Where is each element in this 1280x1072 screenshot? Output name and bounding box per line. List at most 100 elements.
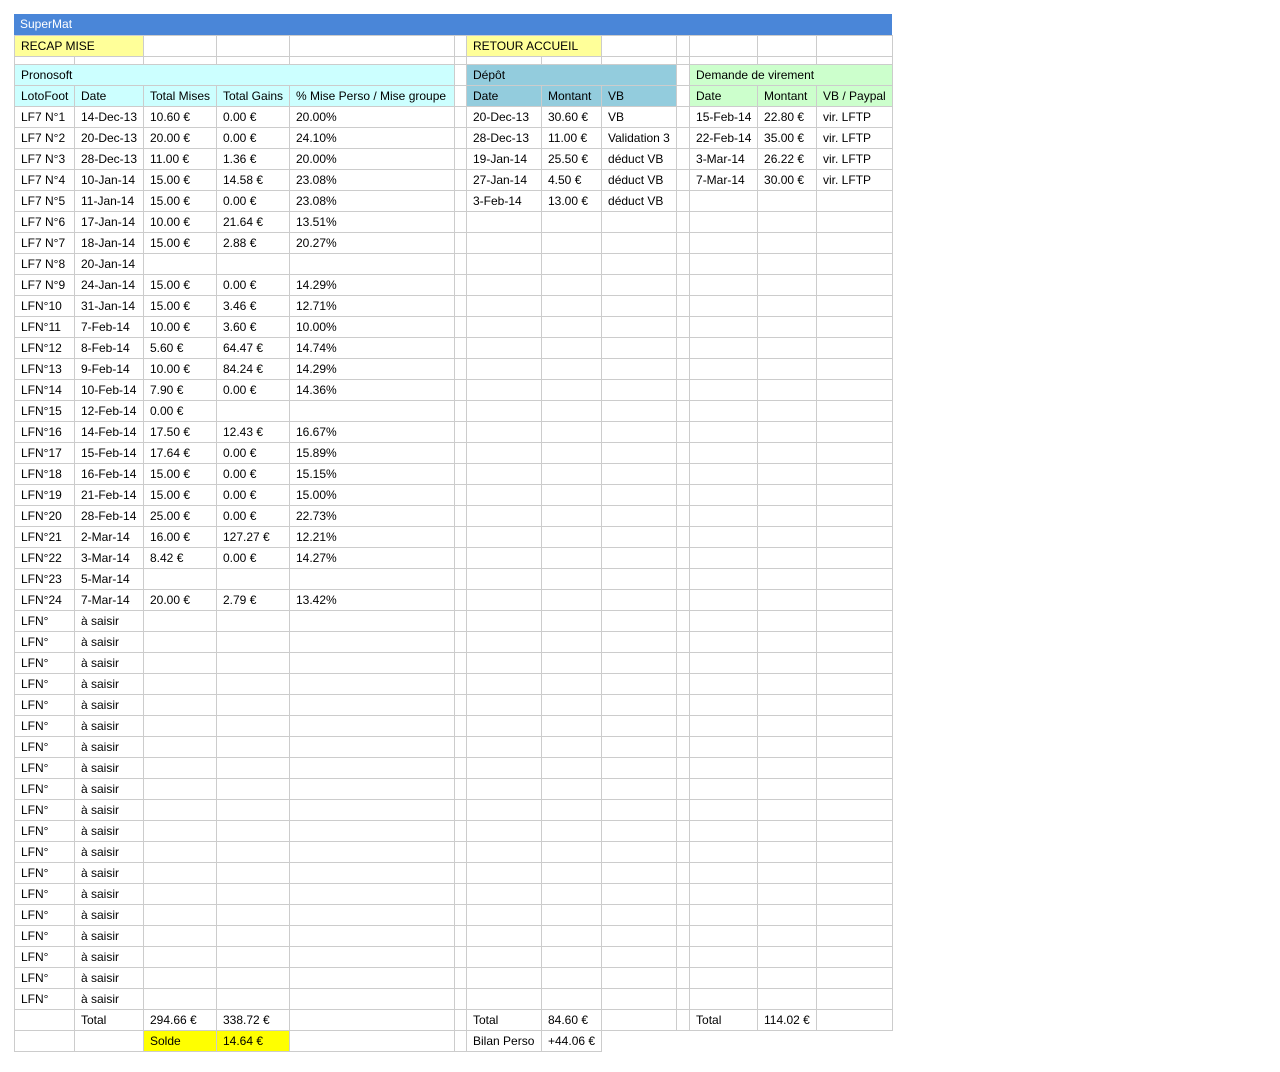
pronosoft-cell[interactable]: 14.29% xyxy=(289,274,455,296)
virement-cell[interactable] xyxy=(816,820,894,842)
virement-cell[interactable] xyxy=(816,967,894,989)
depot-cell[interactable] xyxy=(466,946,542,968)
depot-cell[interactable] xyxy=(540,862,603,884)
virement-cell[interactable] xyxy=(689,463,759,485)
pronosoft-cell[interactable]: 10.00% xyxy=(289,316,455,338)
virement-cell[interactable] xyxy=(757,757,818,779)
virement-cell[interactable] xyxy=(816,799,894,821)
depot-cell[interactable] xyxy=(540,841,603,863)
virement-cell[interactable] xyxy=(689,694,759,716)
virement-cell[interactable] xyxy=(689,589,759,611)
depot-cell[interactable] xyxy=(540,232,603,254)
pronosoft-cell[interactable]: LFN° xyxy=(14,715,75,737)
virement-cell[interactable] xyxy=(816,274,894,296)
virement-cell[interactable] xyxy=(816,337,894,359)
pronosoft-cell[interactable]: LFN° xyxy=(14,883,75,905)
pronosoft-cell[interactable]: 0.00 € xyxy=(216,106,290,128)
pronosoft-cell[interactable] xyxy=(216,904,290,926)
depot-cell[interactable] xyxy=(466,757,542,779)
pronosoft-cell[interactable]: 11.00 € xyxy=(143,148,217,170)
pronosoft-cell[interactable]: 12-Feb-14 xyxy=(74,400,144,422)
pronosoft-cell[interactable] xyxy=(289,883,455,905)
virement-cell[interactable] xyxy=(757,820,818,842)
pronosoft-cell[interactable] xyxy=(216,631,290,653)
virement-cell[interactable] xyxy=(757,673,818,695)
depot-cell[interactable] xyxy=(540,673,603,695)
depot-cell[interactable]: VB xyxy=(601,106,678,128)
virement-cell[interactable]: vir. LFTP xyxy=(816,106,894,128)
depot-cell[interactable] xyxy=(466,358,542,380)
depot-cell[interactable] xyxy=(466,988,542,1010)
pronosoft-cell[interactable]: 10.00 € xyxy=(143,358,217,380)
virement-cell[interactable] xyxy=(689,400,759,422)
depot-cell[interactable] xyxy=(540,295,603,317)
virement-cell[interactable] xyxy=(689,316,759,338)
pronosoft-cell[interactable]: 14-Dec-13 xyxy=(74,106,144,128)
pronosoft-cell[interactable] xyxy=(216,841,290,863)
virement-cell[interactable]: vir. LFTP xyxy=(816,148,894,170)
virement-cell[interactable] xyxy=(757,799,818,821)
depot-cell[interactable] xyxy=(540,757,603,779)
pronosoft-cell[interactable]: 13.42% xyxy=(289,589,455,611)
pronosoft-cell[interactable]: LFN°21 xyxy=(14,526,75,548)
depot-cell[interactable] xyxy=(466,526,542,548)
pronosoft-cell[interactable] xyxy=(143,715,217,737)
depot-cell[interactable] xyxy=(601,505,678,527)
virement-cell[interactable] xyxy=(689,421,759,443)
pronosoft-cell[interactable]: à saisir xyxy=(74,715,144,737)
depot-cell[interactable] xyxy=(540,820,603,842)
virement-cell[interactable]: 26.22 € xyxy=(757,148,818,170)
depot-cell[interactable]: 20-Dec-13 xyxy=(466,106,542,128)
recap-mise-button[interactable]: RECAP MISE xyxy=(14,35,144,57)
pronosoft-cell[interactable]: 5-Mar-14 xyxy=(74,568,144,590)
virement-cell[interactable] xyxy=(816,631,894,653)
virement-cell[interactable]: 30.00 € xyxy=(757,169,818,191)
depot-cell[interactable] xyxy=(466,232,542,254)
depot-cell[interactable] xyxy=(601,547,678,569)
virement-cell[interactable] xyxy=(689,673,759,695)
virement-cell[interactable] xyxy=(689,211,759,233)
pronosoft-cell[interactable]: LFN°14 xyxy=(14,379,75,401)
pronosoft-cell[interactable] xyxy=(216,568,290,590)
depot-cell[interactable] xyxy=(601,610,678,632)
virement-cell[interactable] xyxy=(757,232,818,254)
depot-cell[interactable] xyxy=(466,925,542,947)
virement-cell[interactable] xyxy=(757,988,818,1010)
pronosoft-cell[interactable]: LFN°10 xyxy=(14,295,75,317)
depot-cell[interactable] xyxy=(540,379,603,401)
virement-cell[interactable] xyxy=(816,358,894,380)
virement-cell[interactable]: 22-Feb-14 xyxy=(689,127,759,149)
virement-cell[interactable] xyxy=(757,379,818,401)
pronosoft-cell[interactable]: 2.79 € xyxy=(216,589,290,611)
depot-cell[interactable] xyxy=(601,967,678,989)
depot-cell[interactable] xyxy=(540,421,603,443)
depot-cell[interactable]: 19-Jan-14 xyxy=(466,148,542,170)
pronosoft-cell[interactable]: à saisir xyxy=(74,694,144,716)
virement-cell[interactable] xyxy=(816,421,894,443)
depot-cell[interactable] xyxy=(540,631,603,653)
virement-cell[interactable] xyxy=(757,253,818,275)
depot-cell[interactable] xyxy=(601,820,678,842)
depot-cell[interactable] xyxy=(466,547,542,569)
pronosoft-cell[interactable]: 10.00 € xyxy=(143,211,217,233)
pronosoft-cell[interactable] xyxy=(143,967,217,989)
virement-cell[interactable]: 35.00 € xyxy=(757,127,818,149)
pronosoft-cell[interactable]: 10-Jan-14 xyxy=(74,169,144,191)
pronosoft-cell[interactable]: LFN° xyxy=(14,904,75,926)
pronosoft-cell[interactable]: à saisir xyxy=(74,652,144,674)
pronosoft-cell[interactable] xyxy=(216,253,290,275)
pronosoft-cell[interactable]: 15.00 € xyxy=(143,484,217,506)
depot-cell[interactable] xyxy=(601,778,678,800)
depot-cell[interactable] xyxy=(466,253,542,275)
depot-cell[interactable] xyxy=(601,799,678,821)
virement-cell[interactable] xyxy=(816,694,894,716)
pronosoft-cell[interactable] xyxy=(143,253,217,275)
pronosoft-cell[interactable]: LFN° xyxy=(14,673,75,695)
pronosoft-cell[interactable]: LF7 N°6 xyxy=(14,211,75,233)
depot-cell[interactable]: 27-Jan-14 xyxy=(466,169,542,191)
pronosoft-cell[interactable]: 16-Feb-14 xyxy=(74,463,144,485)
pronosoft-cell[interactable]: LF7 N°9 xyxy=(14,274,75,296)
depot-cell[interactable] xyxy=(466,421,542,443)
depot-cell[interactable] xyxy=(466,568,542,590)
pronosoft-cell[interactable]: 15.89% xyxy=(289,442,455,464)
